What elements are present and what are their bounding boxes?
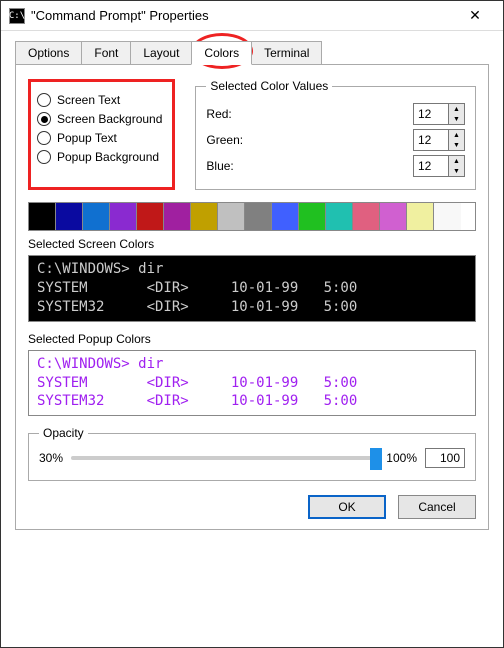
radio-icon [37,93,51,107]
red-spinner[interactable]: ▲▼ [413,103,465,125]
color-palette [28,202,476,231]
color-swatch[interactable] [29,203,56,230]
radio-label: Popup Text [57,131,117,145]
color-swatch[interactable] [110,203,137,230]
up-arrow-icon[interactable]: ▲ [449,156,464,166]
radio-icon [37,112,51,126]
down-arrow-icon[interactable]: ▼ [449,114,464,124]
radio-screen-background[interactable]: Screen Background [37,112,162,126]
radio-popup-text[interactable]: Popup Text [37,131,162,145]
opacity-group: Opacity 30% 100% [28,426,476,481]
tab-font[interactable]: Font [81,41,131,64]
close-button[interactable]: ✕ [455,2,495,30]
color-swatch[interactable] [272,203,299,230]
color-swatch[interactable] [434,203,461,230]
color-swatch[interactable] [56,203,83,230]
radio-label: Popup Background [57,150,159,164]
screen-colors-preview: C:\WINDOWS> dir SYSTEM <DIR> 10-01-99 5:… [28,255,476,322]
up-arrow-icon[interactable]: ▲ [449,104,464,114]
radio-screen-text[interactable]: Screen Text [37,93,162,107]
color-swatch[interactable] [137,203,164,230]
color-swatch[interactable] [83,203,110,230]
up-arrow-icon[interactable]: ▲ [449,130,464,140]
blue-label: Blue: [206,159,233,173]
opacity-min-label: 30% [39,451,63,465]
color-swatch[interactable] [407,203,434,230]
blue-input[interactable] [414,156,448,176]
opacity-legend: Opacity [39,426,88,440]
radio-label: Screen Text [57,93,120,107]
green-spinner[interactable]: ▲▼ [413,129,465,151]
color-swatch[interactable] [299,203,326,230]
popup-colors-preview: C:\WINDOWS> dir SYSTEM <DIR> 10-01-99 5:… [28,350,476,417]
color-target-group: Screen Text Screen Background Popup Text… [28,79,175,190]
tab-strip: Options Font Layout Colors Terminal [15,41,489,65]
green-input[interactable] [414,130,448,150]
radio-icon [37,150,51,164]
down-arrow-icon[interactable]: ▼ [449,166,464,176]
color-swatch[interactable] [191,203,218,230]
red-input[interactable] [414,104,448,124]
opacity-max-label: 100% [386,451,417,465]
selected-color-values: Selected Color Values Red: ▲▼ Green: ▲▼ [195,79,476,190]
titlebar: C:\ "Command Prompt" Properties ✕ [1,1,503,31]
green-label: Green: [206,133,243,147]
tab-colors[interactable]: Colors [191,41,252,65]
ok-button[interactable]: OK [308,495,386,519]
radio-popup-background[interactable]: Popup Background [37,150,162,164]
screen-colors-label: Selected Screen Colors [28,237,476,251]
popup-colors-label: Selected Popup Colors [28,332,476,346]
color-swatch[interactable] [245,203,272,230]
tab-terminal[interactable]: Terminal [251,41,322,64]
scv-legend: Selected Color Values [206,79,332,93]
blue-spinner[interactable]: ▲▼ [413,155,465,177]
tab-layout[interactable]: Layout [130,41,192,64]
opacity-input[interactable] [425,448,465,468]
color-swatch[interactable] [353,203,380,230]
tab-options[interactable]: Options [15,41,82,64]
color-swatch[interactable] [326,203,353,230]
down-arrow-icon[interactable]: ▼ [449,140,464,150]
red-label: Red: [206,107,231,121]
opacity-slider[interactable] [71,456,378,460]
slider-thumb-icon[interactable] [370,448,382,470]
color-swatch[interactable] [164,203,191,230]
window-title: "Command Prompt" Properties [31,8,455,23]
color-swatch[interactable] [380,203,407,230]
radio-icon [37,131,51,145]
cmd-icon: C:\ [9,8,25,24]
radio-label: Screen Background [57,112,162,126]
color-swatch[interactable] [218,203,245,230]
cancel-button[interactable]: Cancel [398,495,476,519]
